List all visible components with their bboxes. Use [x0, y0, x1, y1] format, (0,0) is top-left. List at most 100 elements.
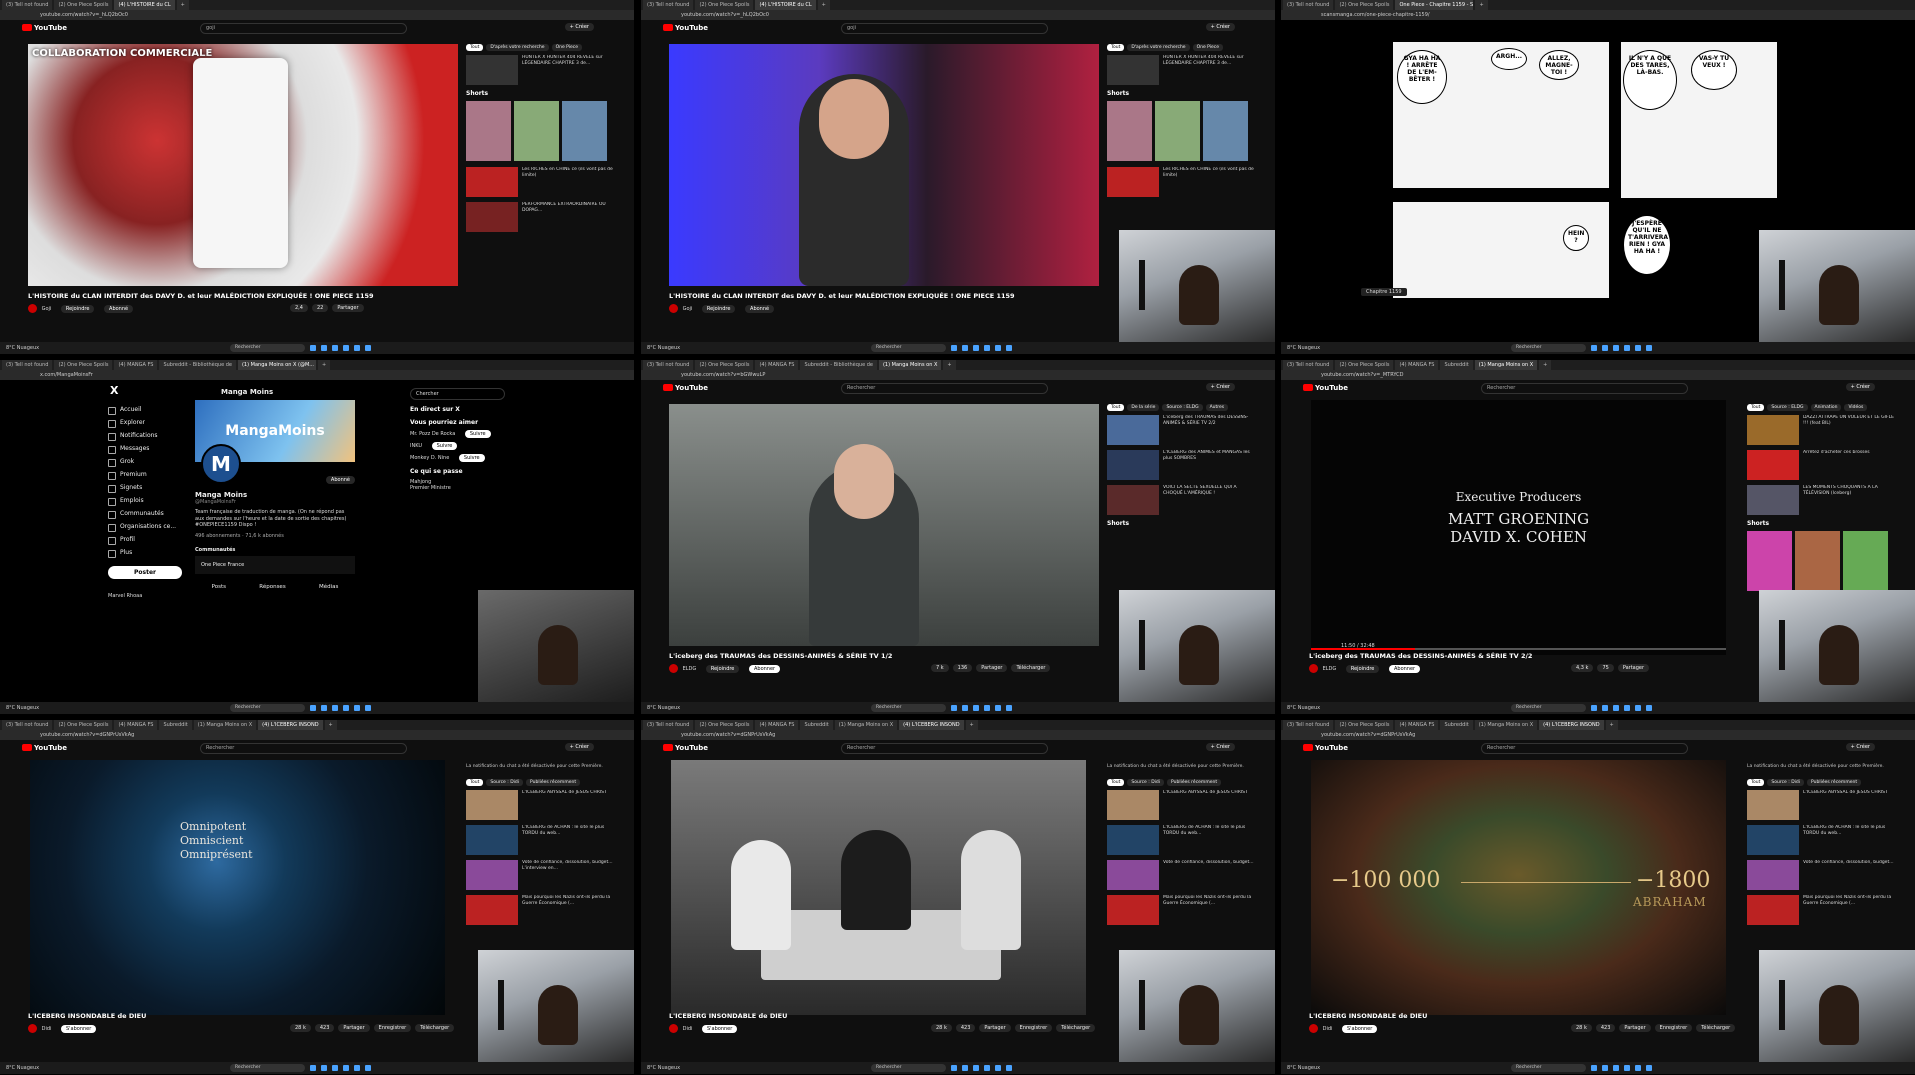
browser-tab[interactable]: (4) MANGA FS — [114, 720, 158, 730]
download-button[interactable]: Télécharger — [1696, 1024, 1736, 1032]
rec-video[interactable]: HUNTER X HUNTER 404 RÉVÉLÉ sur LÉGENDAIR… — [466, 55, 616, 85]
video-player[interactable]: COLLABORATION COMMERCIALE — [28, 44, 458, 286]
chip-all[interactable]: Tout — [466, 779, 484, 786]
chip-series[interactable]: De la série — [1127, 404, 1160, 411]
create-button[interactable]: + Créer — [1205, 743, 1235, 751]
youtube-logo[interactable]: YouTube — [1303, 384, 1348, 392]
chip-recent[interactable]: Publiées récemment — [1807, 779, 1862, 786]
new-tab-button[interactable]: + — [176, 0, 189, 10]
browser-tab[interactable]: Subreddit — [800, 720, 833, 730]
download-button[interactable]: Télécharger — [415, 1024, 455, 1032]
chapter-select[interactable]: Chapitre 1159 — [1361, 288, 1407, 296]
rec-video[interactable]: L'ICEBERG des ANIMÉS et MANGAS les plus … — [1107, 450, 1257, 480]
new-tab-button[interactable]: + — [324, 720, 337, 730]
chip-all[interactable]: Tout — [1747, 404, 1765, 411]
youtube-logo[interactable]: YouTube — [663, 384, 708, 392]
browser-tab[interactable]: (3) Tell not found — [643, 720, 694, 730]
search-input[interactable]: Rechercher — [841, 743, 1048, 754]
like-button[interactable]: 28 k — [931, 1024, 952, 1032]
browser-tab[interactable]: (4) MANGA FS — [755, 720, 799, 730]
nav-grok[interactable]: Grok — [108, 458, 178, 467]
channel-name[interactable]: Goji — [42, 306, 52, 312]
short-item[interactable] — [1843, 531, 1888, 591]
search-input[interactable]: Rechercher — [1481, 383, 1688, 394]
rec-video[interactable]: L'ICEBERG de ACHAN : le site le plus TOR… — [1747, 825, 1897, 855]
address-bar[interactable]: scansmanga.com/one-piece-chapitre-1159/ — [1281, 10, 1915, 20]
browser-tab[interactable]: Subreddit — [1440, 360, 1473, 370]
browser-tab[interactable]: (2) One Piece Spoils — [695, 720, 754, 730]
new-tab-button[interactable]: + — [317, 360, 331, 370]
chip-source[interactable]: Source : Didi — [1767, 779, 1805, 786]
rec-video[interactable]: L'iceberg des TRAUMAS des DESSINS-ANIMÉS… — [1107, 415, 1257, 445]
account-switcher[interactable]: Marvel Rhoaa — [108, 593, 178, 599]
browser-tab[interactable]: Subreddit — [159, 720, 192, 730]
browser-tab[interactable]: (3) Tell not found — [643, 360, 694, 370]
subscribe-button[interactable]: S'abonner — [1342, 1025, 1378, 1033]
create-button[interactable]: + Créer — [1845, 383, 1875, 391]
browser-tab[interactable]: (2) One Piece Spoils — [54, 360, 113, 370]
rec-video[interactable]: LES MOMENTS CHOQUANTS À LA TÉLÉVISION (I… — [1747, 485, 1897, 515]
short-item[interactable] — [514, 101, 559, 161]
browser-tab[interactable]: (4) L'ICEBERG INSOND — [1539, 720, 1604, 730]
chip-others[interactable]: Autres — [1205, 404, 1229, 411]
subscribe-button[interactable]: Abonner — [1388, 665, 1421, 673]
rec-video[interactable]: PERFORMANCE EXTRAORDINAIRE OU DOPAG... — [466, 202, 616, 232]
chip-source[interactable]: Source : ELDG — [1162, 404, 1203, 411]
video-player[interactable] — [669, 44, 1099, 286]
nav-messages[interactable]: Messages — [108, 445, 178, 454]
browser-tab[interactable]: (2) One Piece Spoils — [1335, 0, 1394, 10]
browser-tab[interactable]: Subreddit — [1440, 720, 1473, 730]
create-button[interactable]: + Créer — [1205, 23, 1235, 31]
community-card[interactable]: One Piece France — [195, 555, 355, 574]
rec-video[interactable]: L'ICEBERG ABYSSAL de JÉSUS CHRIST — [466, 790, 616, 820]
nav-profile[interactable]: Profil — [108, 536, 178, 545]
channel-avatar[interactable] — [1309, 664, 1318, 673]
subscribe-button[interactable]: S'abonner — [702, 1025, 738, 1033]
rec-video[interactable]: L'ICEBERG de ACHAN : le site le plus TOR… — [466, 825, 616, 855]
browser-tab[interactable]: (2) One Piece Spoils — [54, 720, 113, 730]
share-button[interactable]: Partager — [1617, 664, 1650, 672]
suggest-item[interactable]: INKU Suivre — [410, 442, 505, 450]
short-item[interactable] — [1155, 101, 1200, 161]
channel-name[interactable]: Didi — [1323, 1026, 1333, 1032]
join-button[interactable]: Rejoindre — [60, 305, 95, 313]
save-button[interactable]: Enregistrer — [1654, 1024, 1693, 1032]
nav-explore[interactable]: Explorer — [108, 419, 178, 428]
comments-count[interactable]: 423 — [955, 1024, 976, 1032]
address-bar[interactable]: youtube.com/watch?v=_hLQ2bOc0 — [0, 10, 634, 20]
download-button[interactable]: Télécharger — [1011, 664, 1051, 672]
short-item[interactable] — [1203, 101, 1248, 161]
search-input[interactable]: Chercher — [410, 388, 505, 400]
search-input[interactable]: goji — [841, 23, 1048, 34]
comments-count[interactable]: 423 — [1595, 1024, 1616, 1032]
address-bar[interactable]: youtube.com/watch?v=dGNPrUsVkAg — [1281, 730, 1915, 740]
taskbar-search[interactable]: Rechercher — [230, 1064, 305, 1072]
search-input[interactable]: Rechercher — [841, 383, 1048, 394]
browser-tab[interactable]: (2) One Piece Spoils — [695, 360, 754, 370]
browser-tab[interactable]: (4) MANGA FS — [1395, 360, 1439, 370]
comments-count[interactable]: 423 — [314, 1024, 335, 1032]
address-bar[interactable]: youtube.com/watch?v=dGNPrUsVkAg — [0, 730, 634, 740]
save-button[interactable]: Enregistrer — [373, 1024, 412, 1032]
short-item[interactable] — [1795, 531, 1840, 591]
video-player[interactable] — [669, 404, 1099, 646]
taskbar-search[interactable]: Rechercher — [1511, 344, 1586, 352]
follow-button[interactable]: Suivre — [458, 454, 485, 462]
tab-replies[interactable]: Réponses — [259, 584, 285, 590]
rec-video[interactable]: Mais pourquoi les Nazis ont-ils perdu la… — [1107, 895, 1257, 925]
search-input[interactable]: goji — [200, 23, 407, 34]
subscribed-button[interactable]: Abonné — [745, 305, 775, 313]
nav-home[interactable]: Accueil — [108, 406, 178, 415]
rec-video[interactable]: Mais pourquoi les Nazis ont-ils perdu la… — [466, 895, 616, 925]
channel-avatar[interactable] — [669, 1024, 678, 1033]
address-bar[interactable]: youtube.com/watch?v=dGNPrUsVkAg — [641, 730, 1275, 740]
x-logo-icon[interactable]: X — [110, 384, 118, 397]
taskbar-search[interactable]: Rechercher — [871, 704, 946, 712]
new-tab-button[interactable]: + — [1539, 360, 1552, 370]
progress-bar[interactable] — [1311, 648, 1726, 650]
video-player[interactable]: Executive Producers MATT GROENING DAVID … — [1311, 400, 1726, 655]
weather-widget[interactable]: 8°C Nuageux — [1287, 1062, 1320, 1074]
nav-more[interactable]: Plus — [108, 549, 178, 558]
short-item[interactable] — [466, 101, 511, 161]
browser-tab[interactable]: (2) One Piece Spoils — [695, 0, 754, 10]
